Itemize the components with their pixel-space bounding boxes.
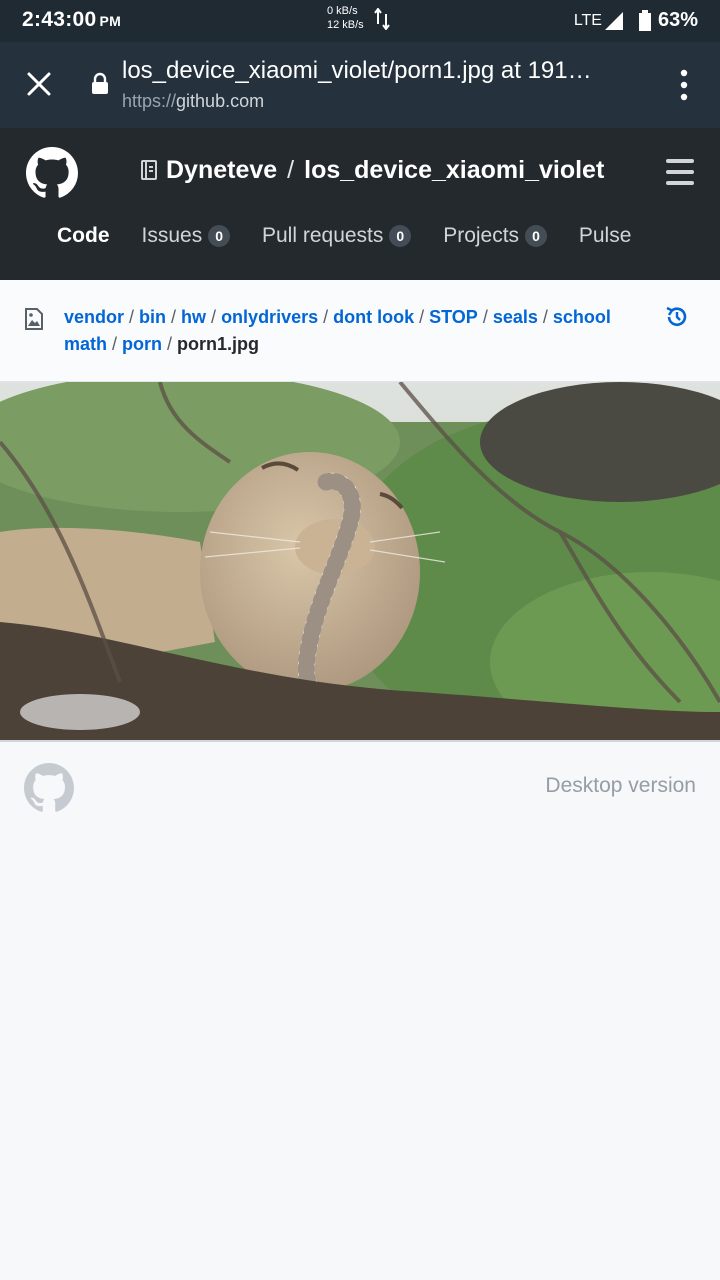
- breadcrumb-separator: /: [167, 334, 173, 354]
- page-title[interactable]: los_device_xiaomi_violet/porn1.jpg at 19…: [122, 57, 632, 85]
- lock-icon: [92, 72, 108, 94]
- menu-icon[interactable]: [666, 159, 694, 185]
- breadcrumb-separator: /: [171, 307, 177, 327]
- tab-projects-label: Projects: [443, 224, 520, 247]
- file-image: [0, 382, 720, 742]
- footer: Desktop version: [0, 742, 720, 842]
- url-domain[interactable]: https://github.com: [122, 91, 264, 112]
- breadcrumb-link[interactable]: onlydrivers: [221, 307, 318, 327]
- tab-projects[interactable]: Projects 0: [443, 224, 547, 248]
- file-media-icon: [25, 308, 43, 330]
- breadcrumb: vendor / bin / hw / onlydrivers / dont look / STOP…: [64, 304, 644, 358]
- desktop-version-link[interactable]: Desktop version: [545, 774, 696, 798]
- browser-toolbar: los_device_xiaomi_violet/porn1.jpg at 19…: [0, 42, 720, 128]
- breadcrumb-link[interactable]: dont look: [333, 307, 414, 327]
- speed-down: 0 kB/s: [327, 5, 358, 17]
- projects-counter: 0: [525, 225, 547, 247]
- tab-issues-label: Issues: [141, 224, 203, 247]
- breadcrumb-link[interactable]: math: [64, 334, 107, 354]
- tab-pulse-label: Pulse: [578, 224, 632, 247]
- breadcrumb-separator: /: [323, 307, 329, 327]
- issues-counter: 0: [208, 225, 230, 247]
- repo-title: Dyneteve / los_device_xiaomi_violet: [140, 156, 604, 185]
- repo-icon: [141, 159, 157, 180]
- repo-separator: /: [287, 156, 295, 184]
- breadcrumb-separator: /: [542, 307, 548, 327]
- tab-code[interactable]: Code: [57, 224, 110, 248]
- data-transfer-icon: [374, 8, 390, 30]
- github-logo-icon[interactable]: [24, 763, 74, 813]
- repo-owner[interactable]: Dyneteve: [166, 156, 277, 185]
- tab-pulse[interactable]: Pulse: [579, 224, 632, 248]
- pull-requests-counter: 0: [389, 225, 412, 247]
- battery-icon: [638, 9, 651, 31]
- repo-nav: Code Issues 0 Pull requests 0 Projects 0 Pu…: [57, 224, 663, 248]
- battery-percent: 63%: [657, 9, 698, 31]
- tab-pull-requests-label: Pull requests: [262, 224, 384, 247]
- more-options-icon[interactable]: [672, 68, 696, 102]
- breadcrumb-link[interactable]: seals: [493, 307, 538, 327]
- url-scheme: https://: [122, 91, 177, 111]
- seal-photo: [0, 382, 720, 740]
- breadcrumb-separator: /: [482, 307, 488, 327]
- github-logo-icon[interactable]: [26, 147, 78, 199]
- breadcrumb-filename: porn1.jpg: [177, 334, 260, 354]
- breadcrumb-link[interactable]: school: [553, 307, 611, 327]
- close-icon[interactable]: [24, 69, 54, 99]
- repo-name[interactable]: los_device_xiaomi_violet: [304, 156, 604, 185]
- breadcrumb-link[interactable]: bin: [139, 307, 166, 327]
- status-time: 2:43:00 PM: [22, 8, 121, 32]
- network-type: LTE: [573, 11, 602, 29]
- breadcrumb-separator: /: [112, 334, 118, 354]
- tab-pull-requests[interactable]: Pull requests 0: [262, 224, 412, 248]
- breadcrumb-separator: /: [419, 307, 425, 327]
- signal-icon: [604, 11, 623, 30]
- github-header: Dyneteve / los_device_xiaomi_violet Code…: [0, 128, 720, 280]
- network-speed: 0 kB/s 12 kB/s: [327, 4, 364, 32]
- breadcrumb-link[interactable]: vendor: [64, 307, 124, 327]
- tab-code-label: Code: [57, 224, 110, 247]
- breadcrumb-link[interactable]: porn: [122, 334, 162, 354]
- breadcrumb-bar: vendor / bin / hw / onlydrivers / dont look / STOP…: [0, 280, 720, 382]
- clock: 2:43:00: [22, 8, 97, 31]
- clock-ampm: PM: [99, 13, 122, 29]
- tab-issues[interactable]: Issues 0: [141, 224, 230, 248]
- breadcrumb-link[interactable]: STOP: [429, 307, 478, 327]
- breadcrumb-separator: /: [129, 307, 135, 327]
- breadcrumb-separator: /: [211, 307, 217, 327]
- url-host: github.com: [176, 91, 265, 111]
- history-icon[interactable]: [664, 304, 690, 330]
- status-right: LTE 63%: [574, 9, 698, 32]
- breadcrumb-link[interactable]: hw: [181, 307, 206, 327]
- status-bar: 2:43:00 PM 0 kB/s 12 kB/s LTE 63%: [0, 0, 720, 42]
- speed-up: 12 kB/s: [327, 19, 364, 31]
